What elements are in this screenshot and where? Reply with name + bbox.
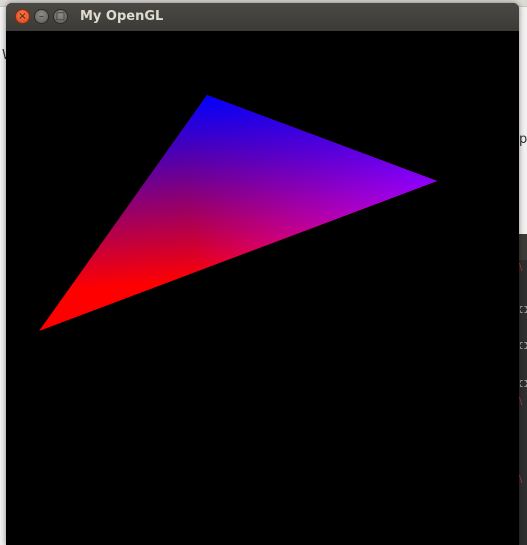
minimize-icon[interactable]: – [34, 9, 49, 24]
maximize-icon[interactable]: □ [53, 9, 68, 24]
triangle [39, 95, 437, 331]
opengl-window: × – □ My OpenGL [6, 3, 519, 545]
background-text-fragment-right: p [519, 132, 527, 147]
window-titlebar[interactable]: × – □ My OpenGL [6, 3, 519, 31]
window-title: My OpenGL [80, 9, 164, 24]
close-icon[interactable]: × [15, 9, 30, 24]
background-mark: \ [519, 474, 523, 485]
background-mark [520, 306, 527, 313]
render-surface [39, 95, 437, 331]
background-mark: \ [519, 396, 523, 407]
background-mark: \ [519, 262, 523, 273]
background-mark [520, 380, 527, 387]
background-mark [520, 342, 527, 349]
triangle-blue-blend [39, 95, 437, 331]
opengl-canvas[interactable] [6, 31, 519, 545]
